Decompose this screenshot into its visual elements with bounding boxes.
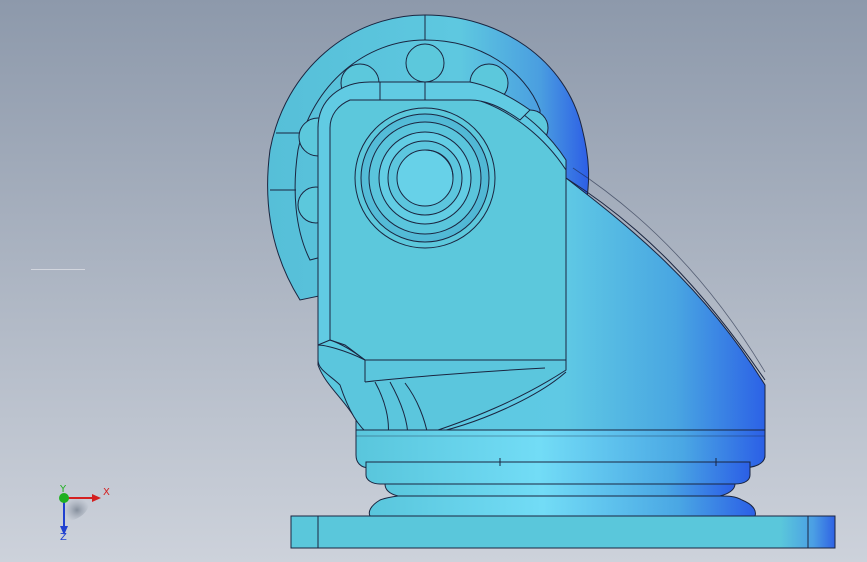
triad-shadow xyxy=(64,498,90,522)
swivel-base xyxy=(355,429,766,517)
triad-z-label: Z xyxy=(60,532,67,543)
axle-hub xyxy=(354,107,496,249)
triad-y-label: Y xyxy=(60,484,67,495)
orientation-triad[interactable]: X Y Z xyxy=(48,482,118,546)
triad-x-label: X xyxy=(103,487,110,498)
graphics-viewport[interactable]: X Y Z xyxy=(0,0,867,562)
mounting-plate xyxy=(290,515,836,549)
caster-wheel-model[interactable] xyxy=(0,0,867,562)
x-axis-arrow-icon xyxy=(92,494,101,502)
